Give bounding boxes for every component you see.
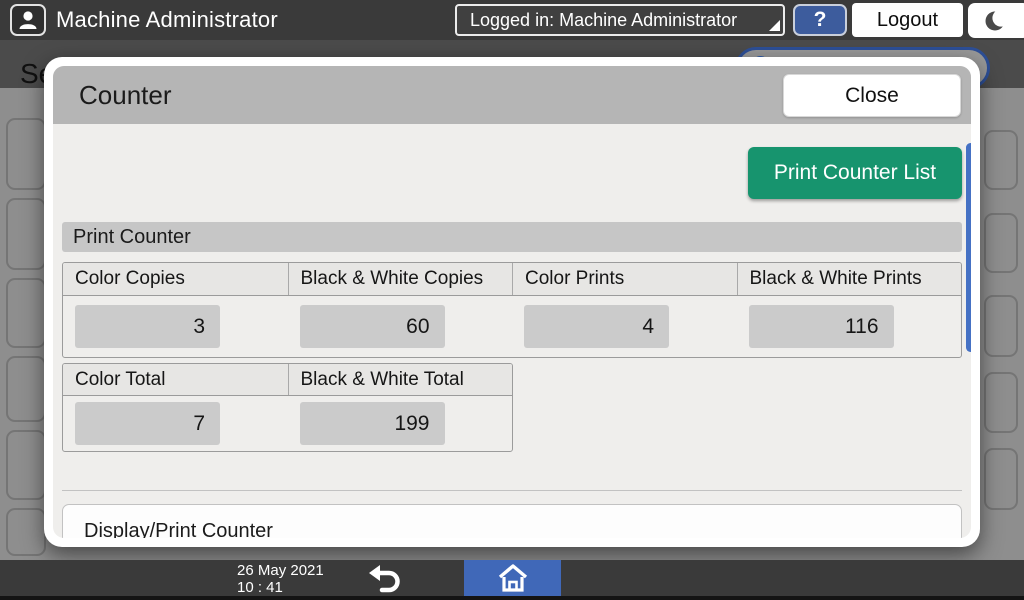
background-tile bbox=[6, 118, 46, 190]
page-title: Machine Administrator bbox=[56, 7, 278, 32]
table-cell: 116 bbox=[737, 296, 962, 357]
dropdown-corner-icon bbox=[769, 20, 780, 31]
table-cell: 3 bbox=[63, 296, 288, 357]
user-account-icon[interactable] bbox=[10, 4, 46, 36]
background-tile bbox=[6, 356, 46, 422]
login-status-dropdown[interactable]: Logged in: Machine Administrator bbox=[455, 4, 785, 36]
table-cell: 4 bbox=[512, 296, 737, 357]
top-system-bar: Machine Administrator Logged in: Machine… bbox=[0, 0, 1024, 40]
print-counter-list-label: Print Counter List bbox=[773, 161, 937, 184]
column-header-color-total: Color Total bbox=[75, 368, 166, 390]
dialog-title: Counter bbox=[79, 79, 172, 110]
background-tile bbox=[6, 198, 46, 270]
table-value-row: 7 199 bbox=[63, 396, 512, 451]
dialog-header: Counter Close bbox=[53, 66, 971, 124]
help-label: ? bbox=[813, 8, 827, 31]
table-cell: 199 bbox=[288, 396, 513, 451]
counter-dialog-body: Counter Close Print Counter List Print C… bbox=[53, 66, 971, 538]
column-header-color-copies: Color Copies bbox=[75, 268, 185, 289]
print-counter-list-button[interactable]: Print Counter List bbox=[748, 147, 962, 199]
person-icon bbox=[19, 11, 37, 29]
color-copies-count: 3 bbox=[75, 305, 220, 348]
bw-total-count: 199 bbox=[299, 402, 445, 445]
moon-icon bbox=[985, 8, 1010, 30]
column-header-bw-copies: Black & White Copies bbox=[287, 263, 513, 295]
screen-bottom-edge bbox=[0, 596, 1024, 600]
print-counter-section-header: Print Counter bbox=[62, 222, 962, 252]
table-header-row: Color Total Black & White Total bbox=[63, 364, 512, 396]
home-icon bbox=[498, 564, 527, 592]
logout-label: Logout bbox=[876, 8, 939, 31]
color-prints-count: 4 bbox=[524, 305, 669, 348]
table-cell: 60 bbox=[288, 296, 513, 357]
table-value-row: 3 60 4 116 bbox=[63, 296, 961, 357]
bw-prints-count: 116 bbox=[748, 305, 894, 348]
background-tile bbox=[984, 448, 1018, 510]
background-tile bbox=[984, 130, 1018, 190]
date-label: 26 May 2021 bbox=[237, 562, 324, 579]
print-counter-table: Color Copies Black & White Copies Color … bbox=[62, 262, 962, 358]
color-total-count: 7 bbox=[75, 402, 220, 445]
machine-touchscreen: Settings Machine Administrator Logged in… bbox=[0, 0, 1024, 600]
column-header-bw-total: Black & White Total bbox=[287, 364, 513, 395]
close-button[interactable]: Close bbox=[783, 74, 961, 117]
energy-saver-button[interactable] bbox=[968, 3, 1024, 38]
datetime-display: 26 May 2021 10 : 41 bbox=[237, 562, 324, 596]
background-tile bbox=[984, 213, 1018, 273]
back-button[interactable] bbox=[360, 560, 410, 596]
table-header-row: Color Copies Black & White Copies Color … bbox=[63, 263, 961, 296]
column-header-color-prints: Color Prints bbox=[512, 263, 737, 295]
bottom-system-bar: 26 May 2021 10 : 41 bbox=[0, 560, 1024, 596]
background-tile bbox=[6, 278, 46, 348]
vertical-scrollbar[interactable] bbox=[966, 143, 971, 352]
display-print-counter-label: Display/Print Counter bbox=[84, 520, 273, 538]
close-label: Close bbox=[845, 83, 899, 107]
table-cell: 7 bbox=[63, 396, 288, 451]
help-button[interactable]: ? bbox=[793, 4, 847, 36]
login-status-label: Logged in: Machine Administrator bbox=[470, 9, 738, 30]
background-tile bbox=[6, 508, 46, 556]
background-tile bbox=[6, 430, 46, 500]
home-button[interactable] bbox=[464, 560, 561, 596]
background-tile bbox=[984, 372, 1018, 433]
logout-button[interactable]: Logout bbox=[852, 3, 963, 37]
back-arrow-icon bbox=[369, 565, 400, 593]
background-tile bbox=[984, 295, 1018, 357]
total-counter-table: Color Total Black & White Total 7 199 bbox=[62, 363, 513, 452]
bw-copies-count: 60 bbox=[299, 305, 445, 348]
section-divider bbox=[62, 490, 962, 491]
display-print-counter-section[interactable]: Display/Print Counter bbox=[62, 504, 962, 538]
time-label: 10 : 41 bbox=[237, 579, 283, 596]
column-header-bw-prints: Black & White Prints bbox=[736, 263, 962, 295]
counter-dialog: Counter Close Print Counter List Print C… bbox=[44, 57, 980, 547]
